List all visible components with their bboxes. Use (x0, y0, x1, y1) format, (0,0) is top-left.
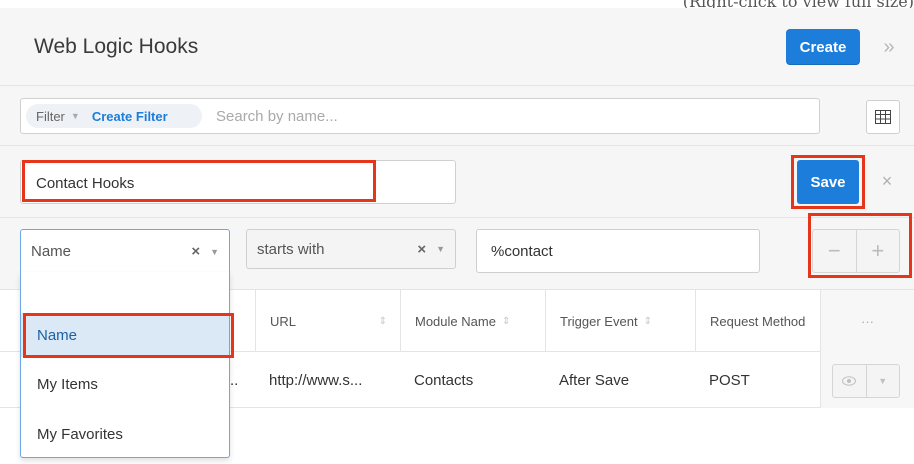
chevron-down-icon[interactable]: ▼ (210, 247, 219, 257)
collapse-chevron-icon[interactable]: » (876, 34, 902, 60)
operator-select-value: starts with (257, 240, 325, 258)
search-placeholder: Search by name... (216, 108, 338, 125)
column-header-label: Trigger Event (560, 313, 638, 329)
dropdown-option-my-favorites[interactable]: My Favorites (21, 412, 229, 456)
highlight-box-option (23, 313, 234, 358)
operator-select[interactable]: starts with × ▼ (246, 229, 456, 269)
column-header-label: URL (270, 313, 297, 329)
column-header-url[interactable]: URL ⇕ (255, 290, 401, 352)
column-header-label: Module Name (415, 313, 496, 329)
row-action-buttons: ▼ (832, 364, 900, 398)
dropdown-option-my-items[interactable]: My Items (21, 362, 229, 406)
page-title: Web Logic Hooks (34, 35, 199, 58)
actions-column-header[interactable]: ··· (820, 290, 914, 352)
highlight-box-name (22, 160, 376, 202)
grid-view-button[interactable] (866, 100, 900, 134)
chevron-down-icon[interactable]: ▼ (436, 244, 445, 254)
preview-eye-icon[interactable] (833, 365, 866, 397)
cell-method: POST (709, 371, 750, 389)
create-button[interactable]: Create (786, 29, 860, 65)
grid-icon (875, 110, 891, 124)
column-header-label: Request Method (710, 313, 806, 329)
field-select[interactable]: Name × ▼ (20, 229, 230, 273)
dropdown-search-input[interactable] (24, 272, 226, 306)
cell-trigger: After Save (559, 371, 630, 389)
highlight-box-add-remove (808, 213, 912, 278)
sort-icon[interactable]: ⇕ (644, 316, 652, 327)
cell-url: http://www.s... (269, 371, 363, 389)
filter-pill[interactable]: Filter ▼ Create Filter (26, 104, 202, 128)
close-icon[interactable]: × (876, 170, 898, 192)
clipped-caption: (Right-click to view full size) (520, 0, 914, 8)
clear-icon[interactable]: × (417, 241, 426, 258)
clear-icon[interactable]: × (191, 243, 200, 260)
chevron-down-icon[interactable]: ▼ (865, 365, 900, 397)
field-select-value: Name (31, 243, 72, 260)
highlight-box-save (791, 155, 865, 209)
cell-module: Contacts (414, 371, 474, 389)
create-filter-link[interactable]: Create Filter (92, 109, 168, 124)
column-header-method[interactable]: Request Method (695, 290, 820, 352)
filter-label[interactable]: Filter (36, 109, 65, 124)
column-header-module[interactable]: Module Name ⇕ (400, 290, 545, 352)
sort-icon[interactable]: ⇕ (379, 316, 387, 327)
column-header-trigger[interactable]: Trigger Event ⇕ (545, 290, 695, 352)
sort-icon[interactable]: ⇕ (502, 316, 510, 327)
filter-value-input[interactable]: %contact (476, 229, 760, 273)
chevron-down-icon: ▼ (70, 111, 80, 121)
